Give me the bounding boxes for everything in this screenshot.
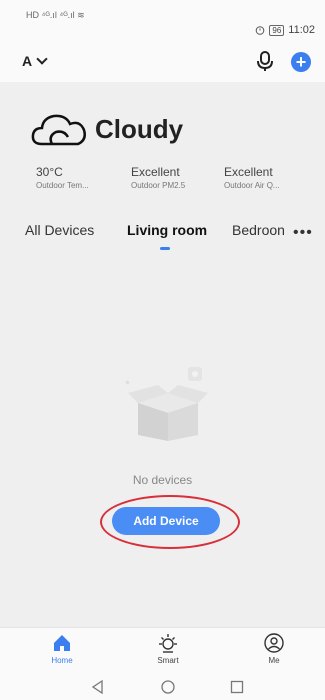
no-devices-message: No devices xyxy=(132,473,193,487)
chevron-down-icon xyxy=(36,53,48,65)
nav-smart[interactable]: Smart xyxy=(138,632,198,665)
cloud-icon xyxy=(31,114,86,146)
microphone-icon[interactable] xyxy=(255,50,275,72)
tab-bedroom[interactable]: Bedroon xyxy=(232,222,285,238)
stat-pm25: Excellent Outdoor PM2.5 xyxy=(131,165,185,190)
home-name-label: A xyxy=(22,53,33,69)
stat-label: Outdoor Air Q... xyxy=(224,181,280,190)
stat-value: Excellent xyxy=(224,165,273,179)
recents-icon[interactable] xyxy=(229,679,245,695)
empty-state: No devices Add Device xyxy=(0,255,325,625)
top-bar: A + xyxy=(0,40,325,82)
nav-home[interactable]: Home xyxy=(32,632,92,665)
highlight-annotation xyxy=(100,495,240,549)
empty-box-icon xyxy=(125,367,208,441)
nav-label: Me xyxy=(268,656,280,665)
signal-indicators: HD ⁴ᴳ.ıl ⁴ᴳ.ıl ≋ xyxy=(26,10,85,20)
tab-all-devices[interactable]: All Devices xyxy=(25,222,94,238)
nav-label: Home xyxy=(51,656,73,665)
home-icon xyxy=(54,635,70,651)
add-icon[interactable]: + xyxy=(291,52,311,72)
stat-temperature: 30°C Outdoor Tem... xyxy=(36,165,89,190)
nav-me[interactable]: Me xyxy=(244,632,304,665)
active-tab-indicator xyxy=(160,247,170,250)
status-right: 96 11:02 xyxy=(255,24,315,36)
home-circle-icon[interactable] xyxy=(160,679,176,695)
tab-living-room[interactable]: Living room xyxy=(127,222,207,238)
sun-icon xyxy=(159,634,177,653)
stat-label: Outdoor PM2.5 xyxy=(131,181,186,190)
home-selector[interactable]: A xyxy=(22,53,48,69)
system-nav-bar xyxy=(0,675,325,700)
alarm-icon xyxy=(256,26,265,35)
user-icon xyxy=(264,633,284,653)
weather-condition: Cloudy xyxy=(95,114,184,144)
battery-indicator: 96 xyxy=(269,24,285,36)
bottom-nav: Home Smart Me xyxy=(0,627,325,676)
stat-value: Excellent xyxy=(131,165,180,179)
back-icon[interactable] xyxy=(90,679,106,695)
stat-value: 30°C xyxy=(36,165,63,179)
room-tabs: All Devices Living room Bedroon ••• xyxy=(0,222,325,250)
nav-label: Smart xyxy=(157,656,179,665)
clock: 11:02 xyxy=(288,24,315,36)
stat-label: Outdoor Tem... xyxy=(36,181,89,190)
more-icon[interactable]: ••• xyxy=(293,224,313,242)
stat-air-quality: Excellent Outdoor Air Q... xyxy=(224,165,280,190)
status-bar: HD ⁴ᴳ.ıl ⁴ᴳ.ıl ≋ 96 11:02 xyxy=(0,0,325,40)
